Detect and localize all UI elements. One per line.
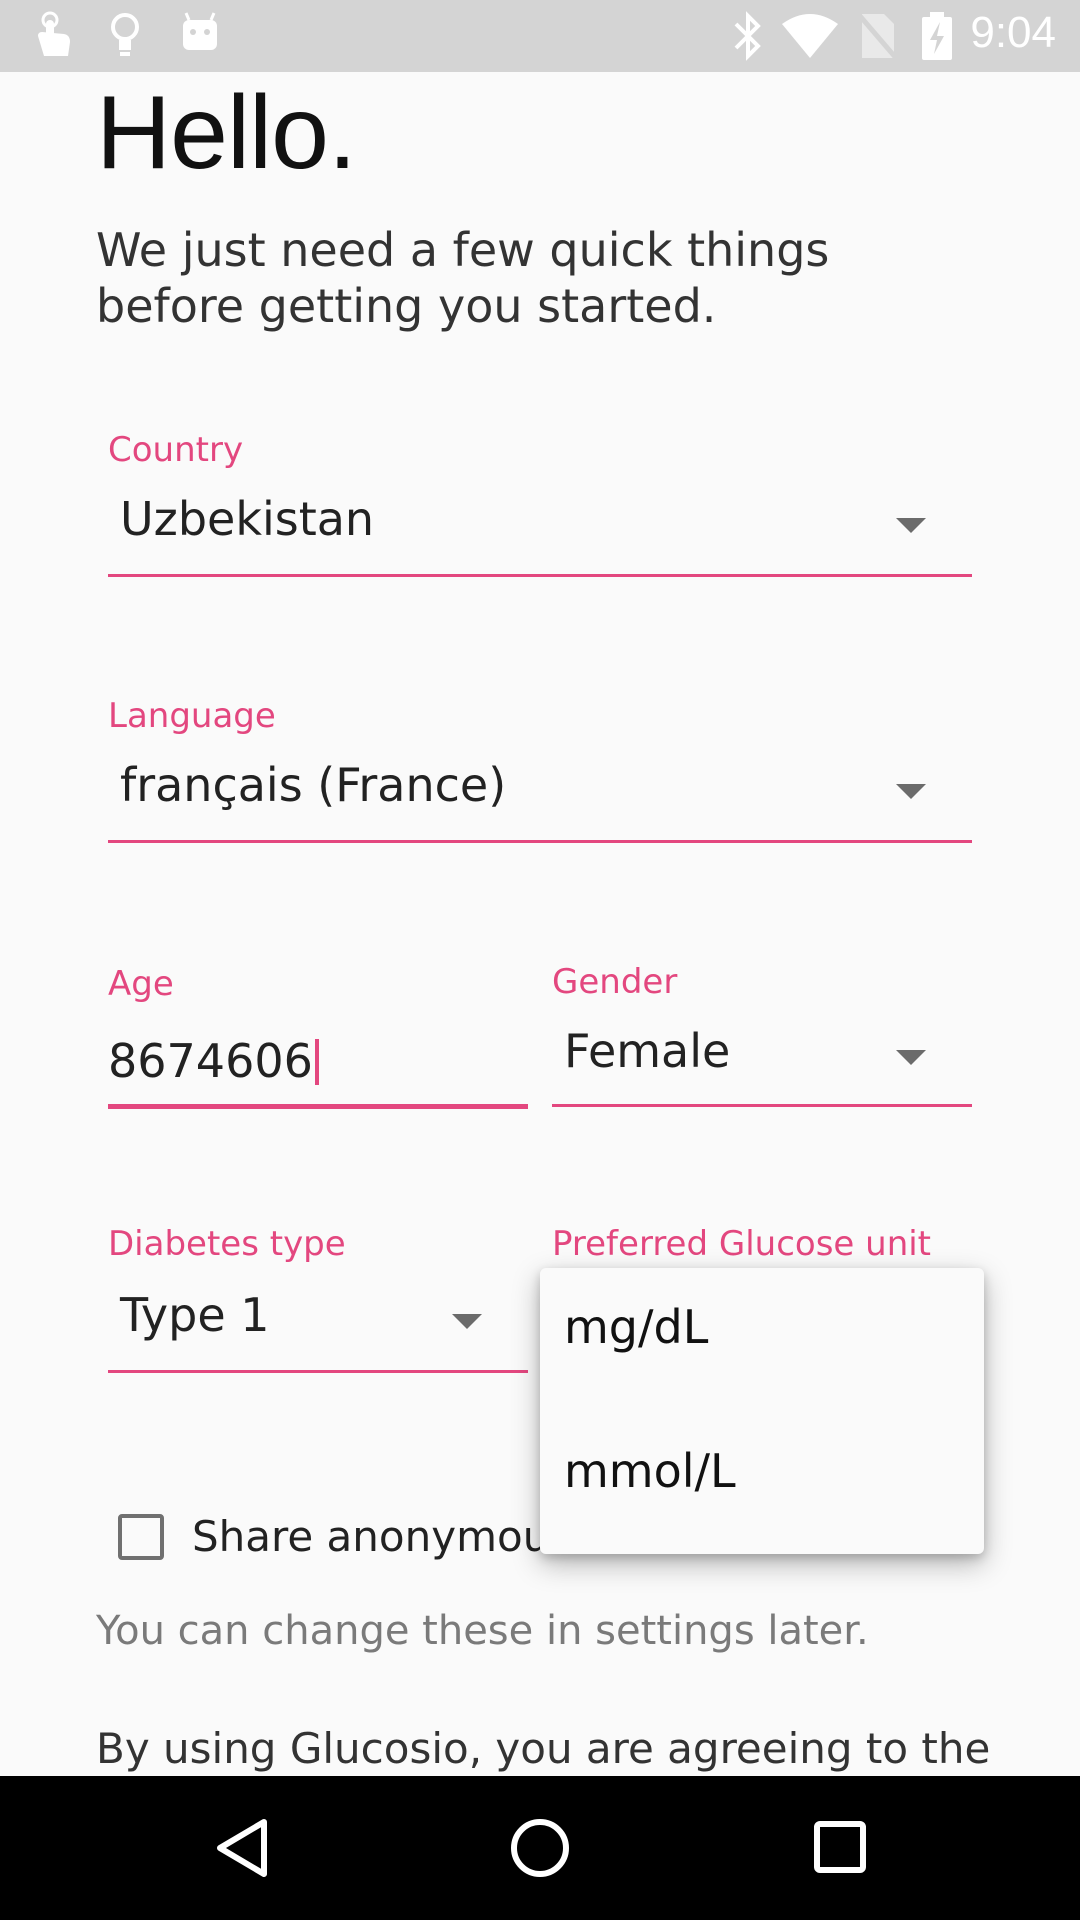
wifi-icon	[780, 10, 840, 66]
touch-icon	[30, 10, 76, 64]
option-mg-dl[interactable]: mg/dL	[564, 1300, 708, 1354]
age-value-text: 8674606	[108, 1034, 313, 1088]
age-underline	[108, 1104, 528, 1109]
language-underline	[108, 840, 972, 843]
chevron-down-icon	[896, 518, 926, 533]
gender-label: Gender	[552, 962, 678, 1002]
page-title: Hello.	[96, 75, 357, 191]
country-label: Country	[108, 430, 244, 470]
recents-icon[interactable]	[812, 1816, 868, 1884]
chevron-down-icon	[896, 784, 926, 799]
chevron-down-icon	[452, 1314, 482, 1329]
bluetooth-icon	[730, 10, 766, 66]
language-label: Language	[108, 696, 276, 736]
android-icon	[180, 10, 220, 64]
status-bar: 9:04	[0, 0, 1080, 72]
glucose-unit-label: Preferred Glucose unit	[552, 1224, 932, 1264]
text-cursor	[314, 1039, 319, 1085]
terms-text: By using Glucosio, you are agreeing to t…	[96, 1724, 991, 1773]
back-icon[interactable]	[212, 1816, 272, 1884]
age-label: Age	[108, 964, 174, 1004]
age-value: 8674606	[108, 1034, 319, 1088]
option-mmol-l[interactable]: mmol/L	[564, 1444, 736, 1498]
gender-value: Female	[564, 1024, 731, 1078]
no-sim-icon	[858, 10, 898, 66]
diabetes-type-underline	[108, 1370, 528, 1373]
battery-charging-icon	[920, 10, 954, 66]
settings-hint: You can change these in settings later.	[96, 1608, 869, 1654]
country-value: Uzbekistan	[120, 492, 375, 546]
language-value: français (France)	[120, 758, 507, 812]
diabetes-type-value: Type 1	[120, 1288, 270, 1342]
gender-underline	[552, 1104, 972, 1107]
status-time: 9:04	[970, 8, 1056, 57]
diabetes-type-label: Diabetes type	[108, 1224, 346, 1264]
navigation-bar	[0, 1776, 1080, 1920]
lightbulb-icon	[108, 10, 142, 64]
intro-text: We just need a few quick things before g…	[96, 223, 830, 333]
share-data-checkbox[interactable]	[118, 1514, 164, 1560]
home-icon[interactable]	[508, 1816, 572, 1884]
onboarding-content[interactable]: Hello. We just need a few quick things b…	[0, 72, 1080, 1776]
glucose-unit-dropdown: mg/dL mmol/L	[540, 1268, 984, 1554]
chevron-down-icon	[896, 1050, 926, 1065]
country-underline	[108, 574, 972, 577]
